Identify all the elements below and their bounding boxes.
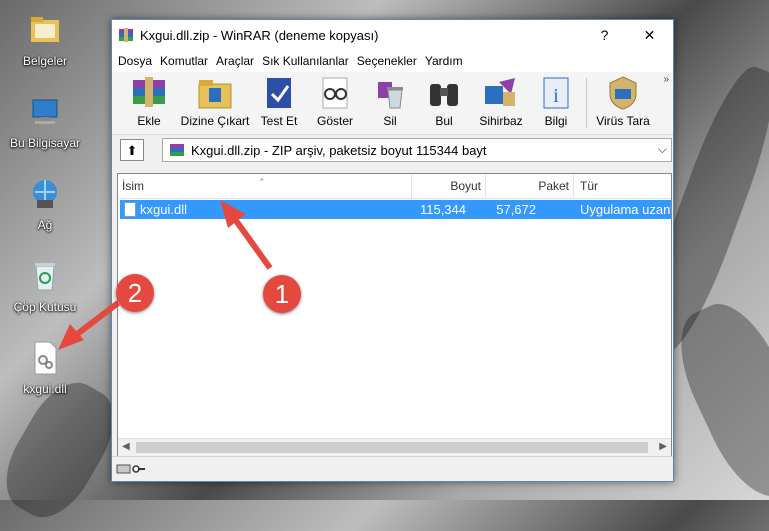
wizard-icon bbox=[481, 74, 521, 112]
scroll-right-icon[interactable]: ▶ bbox=[659, 441, 667, 452]
menu-bar: Dosya Komutlar Araçlar Sık Kullanılanlar… bbox=[112, 50, 673, 72]
status-bar bbox=[112, 456, 673, 481]
toolbar-overflow-button[interactable]: » bbox=[663, 74, 669, 85]
info-button[interactable]: i Bilgi bbox=[532, 74, 580, 132]
archive-icon bbox=[169, 143, 185, 157]
find-button[interactable]: Bul bbox=[422, 74, 466, 132]
help-button[interactable]: ? bbox=[582, 20, 627, 50]
wizard-label: Sihirbaz bbox=[479, 114, 523, 128]
column-size-label: Boyut bbox=[450, 179, 481, 193]
delete-label: Sil bbox=[383, 114, 397, 128]
desktop-icon-documents[interactable]: Belgeler bbox=[5, 10, 85, 68]
horizontal-scrollbar[interactable]: ◀ ▶ bbox=[118, 438, 671, 456]
menu-araclar[interactable]: Araçlar bbox=[214, 54, 260, 68]
column-type-label: Tür bbox=[580, 179, 598, 193]
extract-label: Dizine Çıkart bbox=[180, 114, 250, 128]
file-type: Uygulama uzantısı bbox=[580, 202, 671, 217]
add-button[interactable]: Ekle bbox=[120, 74, 178, 132]
dll-file-icon bbox=[124, 202, 136, 217]
chevron-down-icon[interactable]: ⌵ bbox=[658, 142, 667, 157]
column-name[interactable]: İsim ⌃ bbox=[118, 174, 412, 198]
step-badge-1: 1 bbox=[263, 275, 301, 313]
winrar-window: Kxgui.dll.zip - WinRAR (deneme kopyası) … bbox=[111, 19, 674, 482]
extract-button[interactable]: Dizine Çıkart bbox=[180, 74, 250, 132]
column-packed-label: Paket bbox=[538, 179, 569, 193]
title-bar[interactable]: Kxgui.dll.zip - WinRAR (deneme kopyası) … bbox=[112, 20, 673, 50]
address-row: ⬆ Kxgui.dll.zip - ZIP arşiv, paketsiz bo… bbox=[112, 135, 673, 165]
file-list-header: İsim ⌃ Boyut Paket Tür bbox=[118, 174, 671, 199]
up-folder-button[interactable]: ⬆ bbox=[120, 139, 144, 161]
desktop-icon-label: kxgui.dll bbox=[23, 382, 67, 396]
add-label: Ekle bbox=[137, 114, 161, 128]
desktop-icon-kxgui-dll[interactable]: kxgui.dll bbox=[5, 338, 85, 396]
column-packed[interactable]: Paket bbox=[486, 174, 574, 198]
scroll-thumb[interactable] bbox=[136, 442, 648, 453]
folder-icon bbox=[25, 10, 65, 50]
view-button[interactable]: Göster bbox=[308, 74, 362, 132]
window-title: Kxgui.dll.zip - WinRAR (deneme kopyası) bbox=[140, 27, 379, 43]
table-row[interactable]: kxgui.dll 115,344 57,672 Uygulama uzantı… bbox=[120, 200, 671, 219]
toolbar-separator bbox=[586, 78, 587, 128]
up-arrow-icon: ⬆ bbox=[126, 142, 138, 158]
file-size: 115,344 bbox=[419, 202, 466, 217]
virus-scan-icon bbox=[603, 74, 643, 112]
desktop-icon-network[interactable]: Ağ bbox=[5, 174, 85, 232]
recycle-bin-icon bbox=[25, 256, 65, 296]
file-list: İsim ⌃ Boyut Paket Tür kxgui.dll 115,344… bbox=[117, 173, 672, 457]
column-size[interactable]: Boyut bbox=[412, 174, 486, 198]
file-packed: 57,672 bbox=[496, 202, 536, 217]
desktop-icon-label: Bu Bilgisayar bbox=[9, 136, 81, 150]
view-glasses-icon bbox=[315, 74, 355, 112]
desktop-icon-label: Ağ bbox=[37, 218, 53, 232]
menu-komutlar[interactable]: Komutlar bbox=[158, 54, 214, 68]
test-label: Test Et bbox=[260, 114, 298, 128]
address-text: Kxgui.dll.zip - ZIP arşiv, paketsiz boyu… bbox=[191, 142, 487, 158]
menu-sik-kullanilanlar[interactable]: Sık Kullanılanlar bbox=[260, 54, 355, 68]
desktop-icon-label: Belgeler bbox=[22, 54, 68, 68]
menu-secenekler[interactable]: Seçenekler bbox=[355, 54, 423, 68]
desktop-icon-recycle-bin[interactable]: Çöp Kutusu bbox=[5, 256, 85, 314]
close-button[interactable]: ✕ bbox=[627, 20, 672, 50]
address-bar[interactable]: Kxgui.dll.zip - ZIP arşiv, paketsiz boyu… bbox=[162, 138, 672, 162]
menu-dosya[interactable]: Dosya bbox=[116, 54, 158, 68]
desktop-icon-label: Çöp Kutusu bbox=[13, 300, 77, 314]
toolbar: Ekle Dizine Çıkart Test Et Göster Sil Bu… bbox=[112, 72, 673, 135]
column-type[interactable]: Tür bbox=[574, 174, 671, 198]
dll-file-icon bbox=[25, 338, 65, 378]
winrar-app-icon bbox=[118, 27, 134, 43]
find-label: Bul bbox=[435, 114, 453, 128]
view-label: Göster bbox=[316, 114, 353, 128]
sort-arrow-icon: ⌃ bbox=[258, 177, 266, 187]
scroll-left-icon[interactable]: ◀ bbox=[122, 441, 130, 452]
test-button[interactable]: Test Et bbox=[252, 74, 306, 132]
extract-folder-icon bbox=[195, 74, 235, 112]
delete-button[interactable]: Sil bbox=[368, 74, 412, 132]
delete-icon bbox=[370, 74, 410, 112]
archive-add-icon bbox=[129, 74, 169, 112]
desktop-icon-this-pc[interactable]: Bu Bilgisayar bbox=[5, 92, 85, 150]
virus-scan-label: Virüs Tara bbox=[596, 114, 650, 128]
network-icon bbox=[25, 174, 65, 214]
drive-key-icon bbox=[116, 463, 146, 475]
info-icon: i bbox=[536, 74, 576, 112]
svg-text:i: i bbox=[553, 85, 559, 107]
file-name: kxgui.dll bbox=[140, 202, 187, 217]
computer-icon bbox=[25, 92, 65, 132]
wizard-button[interactable]: Sihirbaz bbox=[474, 74, 528, 132]
column-name-label: İsim bbox=[122, 179, 144, 193]
virus-scan-button[interactable]: Virüs Tara bbox=[592, 74, 654, 132]
info-label: Bilgi bbox=[544, 114, 568, 128]
menu-yardim[interactable]: Yardım bbox=[423, 54, 469, 68]
step-badge-2: 2 bbox=[116, 274, 154, 312]
test-check-icon bbox=[259, 74, 299, 112]
find-binoculars-icon bbox=[424, 74, 464, 112]
